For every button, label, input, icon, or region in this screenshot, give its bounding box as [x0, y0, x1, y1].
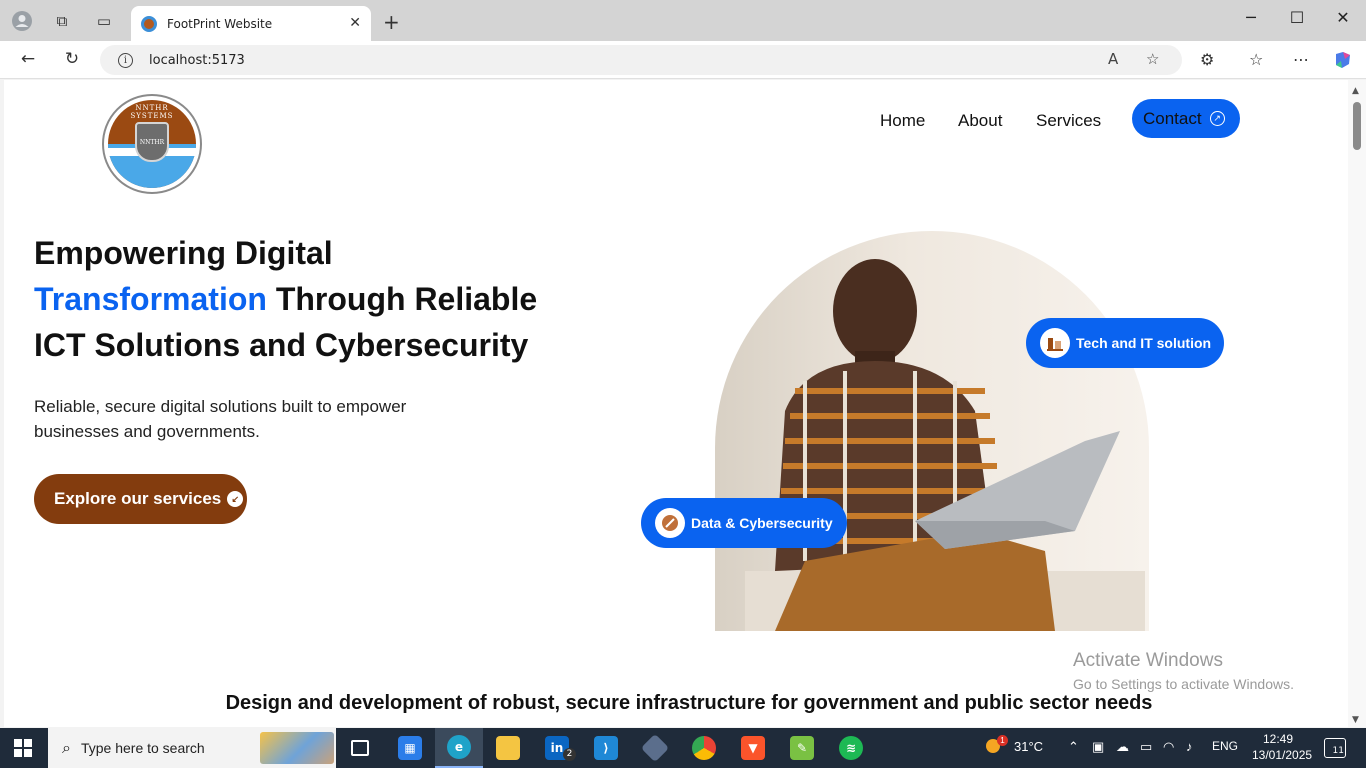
- nav-home-link[interactable]: Home: [880, 111, 925, 131]
- shield-icon: [655, 508, 685, 538]
- volume-icon[interactable]: ♪: [1186, 739, 1193, 754]
- cloud-offline-icon[interactable]: ☁: [1116, 739, 1129, 755]
- headline-line-1: Empowering Digital: [34, 235, 333, 271]
- copilot-icon[interactable]: [1333, 50, 1353, 74]
- url-field[interactable]: i localhost:5173 A ☆: [100, 45, 1182, 75]
- new-tab-icon[interactable]: +: [383, 10, 400, 34]
- badge-tech-it: Tech and IT solution: [1026, 318, 1224, 368]
- site-logo[interactable]: NNTHR SYSTEMS NNTHR: [102, 94, 202, 194]
- close-tab-icon[interactable]: ✕: [349, 15, 361, 31]
- tab-favicon-icon: [141, 15, 157, 32]
- read-aloud-icon[interactable]: A: [1108, 50, 1118, 68]
- battery-icon[interactable]: ▭: [1140, 739, 1152, 755]
- tab-actions-icon[interactable]: ▭: [93, 10, 115, 32]
- headline-line-2: Transformation Through Reliable: [34, 276, 554, 322]
- git-icon[interactable]: [631, 728, 679, 768]
- chevron-up-icon[interactable]: ⌃: [1068, 739, 1079, 755]
- headline-line-3: ICT Solutions and Cybersecurity: [34, 327, 529, 363]
- url-text: localhost:5173: [149, 52, 245, 68]
- language-indicator[interactable]: ENG: [1212, 739, 1238, 753]
- browser-tab[interactable]: FootPrint Website ✕: [131, 6, 371, 41]
- contact-button[interactable]: Contact ↗: [1132, 99, 1240, 138]
- section-heading: Design and development of robust, secure…: [225, 692, 1153, 714]
- store-icon[interactable]: ▦: [386, 728, 434, 768]
- tab-title: FootPrint Website: [167, 16, 273, 31]
- explore-label: Explore our services: [54, 489, 222, 508]
- windows-start-icon[interactable]: [14, 739, 32, 757]
- windows-taskbar: ⌕ Type here to search ▦ e in 2 ⟩ ▼ ✎ ≋ 1 …: [0, 728, 1366, 768]
- hero-headline: Empowering Digital Transformation Throug…: [34, 230, 554, 368]
- browser-tab-bar: ⧉ ▭ FootPrint Website ✕ + ─ ☐ ✕: [0, 0, 1366, 41]
- page-scrollbar[interactable]: ▲ ▼: [1348, 80, 1366, 727]
- extensions-icon[interactable]: ⚙: [1200, 50, 1214, 69]
- back-icon[interactable]: ←: [16, 49, 40, 69]
- arrow-up-right-icon: ↗: [1209, 111, 1225, 126]
- notification-count: 11: [1332, 746, 1344, 756]
- vscode-icon[interactable]: ⟩: [582, 728, 630, 768]
- scroll-down-icon[interactable]: ▼: [1352, 715, 1359, 725]
- arrow-down-left-icon: ↙: [227, 491, 244, 507]
- logo-ring-text: NNTHR SYSTEMS: [130, 104, 174, 120]
- weather-badge: 1: [997, 735, 1008, 746]
- meet-now-icon[interactable]: ▣: [1092, 739, 1104, 755]
- hero-image: [715, 231, 1149, 631]
- edge-icon[interactable]: e: [435, 728, 483, 768]
- headline-line-2-rest: Through Reliable: [266, 281, 538, 317]
- clock-time: 12:49: [1262, 732, 1294, 746]
- linkedin-icon[interactable]: in 2: [533, 728, 581, 768]
- contact-label: Contact: [1143, 108, 1202, 128]
- address-bar-row: ← ↻ i localhost:5173 A ☆ ⚙ ☆ ⋯: [0, 41, 1366, 79]
- favorite-star-icon[interactable]: ☆: [1146, 50, 1159, 68]
- maximize-icon[interactable]: ☐: [1274, 8, 1320, 27]
- clock-date: 13/01/2025: [1252, 748, 1313, 762]
- file-explorer-icon[interactable]: [484, 728, 532, 768]
- hero-subtext: Reliable, secure digital solutions built…: [34, 397, 407, 441]
- site-info-icon[interactable]: i: [118, 52, 133, 68]
- profile-icon[interactable]: [11, 10, 33, 32]
- search-icon: ⌕: [62, 738, 71, 757]
- badge-tech-label: Tech and IT solution: [1076, 335, 1212, 351]
- explore-services-button[interactable]: Explore our services ↙: [34, 474, 247, 524]
- headline-highlight: Transformation: [34, 281, 267, 317]
- linkedin-badge: 2: [563, 748, 576, 761]
- wifi-icon[interactable]: ◠: [1163, 739, 1174, 755]
- notification-center-icon[interactable]: 11: [1324, 738, 1346, 758]
- nav-about-link[interactable]: About: [958, 111, 1002, 131]
- search-placeholder: Type here to search: [80, 740, 205, 756]
- badge-data-security: Data & Cybersecurity: [641, 498, 847, 548]
- brave-icon[interactable]: ▼: [729, 728, 777, 768]
- reload-icon[interactable]: ↻: [60, 49, 84, 69]
- logo-shield: NNTHR: [135, 122, 169, 162]
- spotify-icon[interactable]: ≋: [827, 728, 875, 768]
- scroll-up-icon[interactable]: ▲: [1352, 86, 1359, 96]
- activate-windows-watermark: Activate Windows Go to Settings to activ…: [1073, 650, 1294, 692]
- activate-subtitle: Go to Settings to activate Windows.: [1073, 676, 1294, 692]
- close-window-icon[interactable]: ✕: [1320, 8, 1366, 27]
- nav-services-link[interactable]: Services: [1036, 111, 1101, 131]
- activate-title: Activate Windows: [1073, 650, 1223, 671]
- chrome-icon[interactable]: [680, 728, 728, 768]
- favorites-icon[interactable]: ☆: [1249, 50, 1263, 69]
- taskbar-search[interactable]: ⌕ Type here to search: [48, 728, 336, 768]
- weather-temp[interactable]: 31°C: [1014, 739, 1043, 754]
- minimize-icon[interactable]: ─: [1228, 8, 1274, 27]
- badge-data-label: Data & Cybersecurity: [691, 515, 833, 531]
- workspaces-icon[interactable]: ⧉: [51, 10, 73, 32]
- web-page: NNTHR SYSTEMS NNTHR Home About Services …: [4, 80, 1348, 727]
- task-view-icon[interactable]: [336, 728, 384, 768]
- search-highlight-image: [260, 732, 334, 764]
- man-with-laptop-illustration: [745, 259, 1145, 631]
- more-menu-icon[interactable]: ⋯: [1293, 50, 1309, 69]
- taskbar-clock[interactable]: 12:49 13/01/2025: [1252, 731, 1313, 763]
- notepad-icon[interactable]: ✎: [778, 728, 826, 768]
- building-icon: [1040, 328, 1070, 358]
- scrollbar-thumb[interactable]: [1353, 102, 1361, 150]
